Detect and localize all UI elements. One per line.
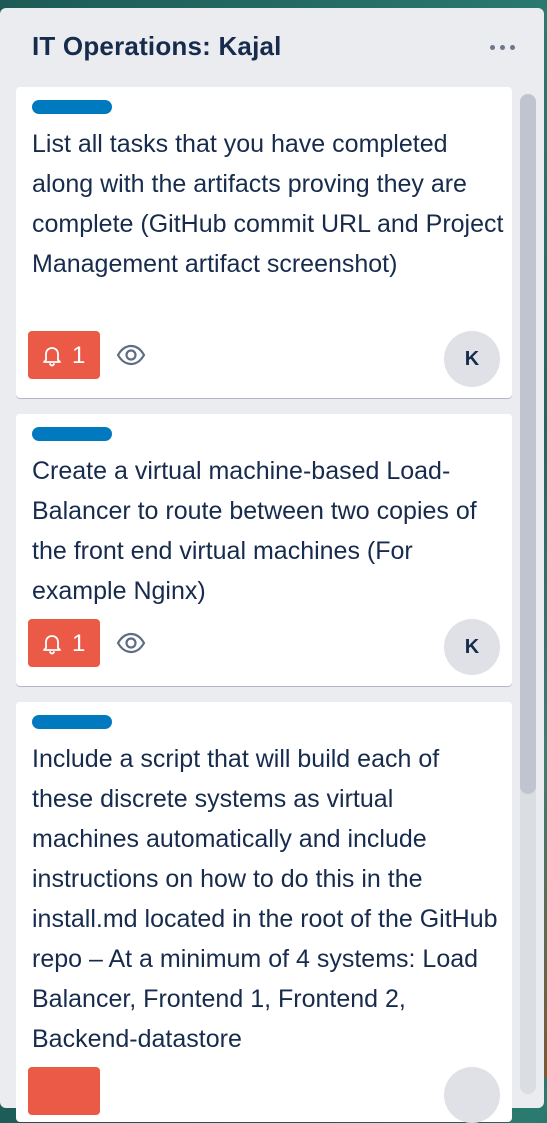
notification-badge[interactable]: 1 xyxy=(28,331,100,379)
card[interactable]: Create a virtual machine-based Load-Bala… xyxy=(16,414,512,686)
card-title: Include a script that will build each of… xyxy=(32,745,498,1053)
scrollbar-track[interactable] xyxy=(520,94,536,1094)
list-title[interactable]: IT Operations: Kajal xyxy=(32,31,282,62)
member-avatar[interactable]: K xyxy=(444,331,500,387)
list-header: IT Operations: Kajal xyxy=(0,8,544,86)
notification-count: 1 xyxy=(72,630,86,657)
eye-icon xyxy=(116,632,146,654)
eye-icon xyxy=(116,344,146,366)
card[interactable]: Include a script that will build each of… xyxy=(16,702,512,1123)
card-badges: 1 xyxy=(28,619,328,667)
card-label[interactable] xyxy=(32,715,112,729)
card-title: List all tasks that you have completed a… xyxy=(32,130,504,278)
notification-badge[interactable] xyxy=(28,1067,100,1115)
notification-count: 1 xyxy=(72,342,86,369)
bell-icon xyxy=(43,635,61,655)
card-title: Create a virtual machine-based Load-Bala… xyxy=(32,457,477,605)
member-initial: K xyxy=(464,636,480,658)
scrollbar-thumb[interactable] xyxy=(520,94,536,794)
card-label[interactable] xyxy=(32,100,112,114)
card-badges: 1 xyxy=(28,331,328,379)
card[interactable]: List all tasks that you have completed a… xyxy=(16,87,512,398)
member-avatar[interactable] xyxy=(444,1067,500,1123)
list-menu-button[interactable] xyxy=(488,36,518,56)
bell-icon xyxy=(43,347,61,367)
card-badges xyxy=(28,1067,328,1115)
card-label[interactable] xyxy=(32,427,112,441)
notification-badge[interactable]: 1 xyxy=(28,619,100,667)
member-initial: K xyxy=(464,348,480,370)
member-avatar[interactable]: K xyxy=(444,619,500,675)
list-column: IT Operations: Kajal List all tasks that… xyxy=(0,8,544,1123)
